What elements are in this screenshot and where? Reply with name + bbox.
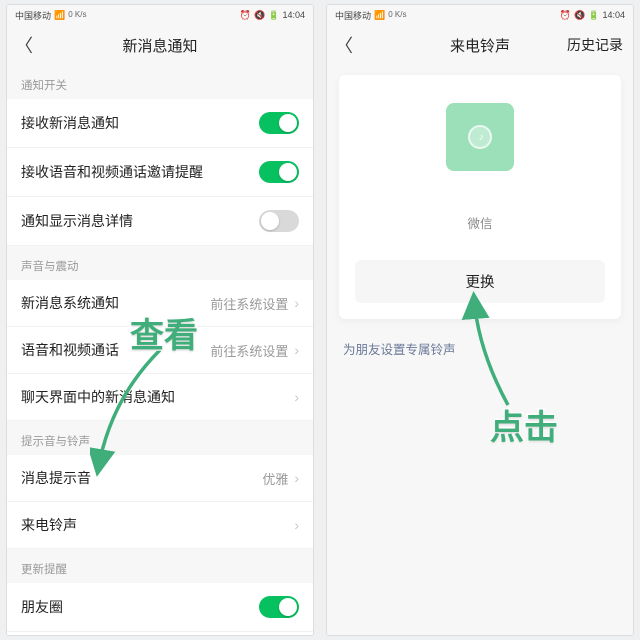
chevron-right-icon: › — [294, 342, 299, 358]
row-chat-new-msg[interactable]: 聊天界面中的新消息通知 › — [7, 374, 313, 421]
carrier-label: 中国移动 — [335, 9, 371, 22]
phone-right: 中国移动 📶 0 K/s ⏰ 🔇 🔋 14:04 〈 来电铃声 历史记录 ♪ — [326, 4, 634, 636]
net-speed: 0 K/s — [68, 11, 86, 19]
row-label: 来电铃声 — [21, 515, 77, 535]
page-title: 新消息通知 — [122, 35, 197, 56]
navbar: 〈 来电铃声 历史记录 — [327, 25, 633, 65]
alarm-icon: ⏰ — [560, 10, 571, 21]
ringtone-name: 微信 — [467, 213, 492, 232]
nav-history[interactable]: 历史记录 — [567, 35, 623, 55]
change-button[interactable]: 更换 — [355, 260, 605, 303]
row-label: 新消息系统通知 — [21, 293, 119, 313]
row-label: 朋友圈 — [21, 597, 63, 617]
alarm-icon: ⏰ — [240, 10, 251, 21]
row-moments[interactable]: 朋友圈 — [7, 583, 313, 632]
time-label: 14:04 — [282, 10, 305, 20]
row-new-msg-sys[interactable]: 新消息系统通知 前往系统设置 › — [7, 280, 313, 327]
row-ringtone[interactable]: 来电铃声 › — [7, 502, 313, 549]
net-speed: 0 K/s — [388, 11, 406, 19]
back-icon[interactable]: 〈 — [15, 32, 33, 58]
time-label: 14:04 — [602, 10, 625, 20]
chevron-right-icon: › — [294, 470, 299, 486]
row-receive-new-msg[interactable]: 接收新消息通知 — [7, 99, 313, 148]
ringtone-body: ♪ 微信 更换 为朋友设置专属铃声 — [327, 65, 633, 635]
row-value: 前往系统设置 — [210, 294, 288, 313]
row-channels[interactable]: 视频号 — [7, 632, 313, 635]
toggle-on[interactable] — [259, 596, 299, 618]
row-label: 消息提示音 — [21, 468, 91, 488]
row-value: 优雅 — [262, 469, 288, 488]
section-header: 声音与震动 — [7, 246, 313, 280]
row-label: 聊天界面中的新消息通知 — [21, 387, 175, 407]
row-msg-tone[interactable]: 消息提示音 优雅 › — [7, 455, 313, 502]
ringtone-art[interactable]: ♪ — [446, 103, 514, 171]
ringtone-card: ♪ 微信 更换 — [339, 75, 621, 319]
row-label: 语音和视频通话 — [21, 340, 119, 360]
toggle-off[interactable] — [259, 210, 299, 232]
back-icon[interactable]: 〈 — [335, 32, 353, 58]
phone-left: 中国移动 📶 0 K/s ⏰ 🔇 🔋 14:04 〈 新消息通知 通知开关 接收… — [6, 4, 314, 636]
chevron-right-icon: › — [294, 295, 299, 311]
chevron-right-icon: › — [294, 389, 299, 405]
battery-icon: 🔋 — [268, 10, 279, 21]
status-bar: 中国移动 📶 0 K/s ⏰ 🔇 🔋 14:04 — [7, 5, 313, 25]
signal-icon: 📶 — [54, 10, 65, 21]
row-label: 接收新消息通知 — [21, 113, 119, 133]
chevron-right-icon: › — [294, 517, 299, 533]
set-friend-ringtone-link[interactable]: 为朋友设置专属铃声 — [327, 333, 633, 364]
row-voice-video-sys[interactable]: 语音和视频通话 前往系统设置 › — [7, 327, 313, 374]
row-value: 前往系统设置 — [210, 341, 288, 360]
carrier-label: 中国移动 — [15, 9, 51, 22]
toggle-on[interactable] — [259, 112, 299, 134]
section-header: 通知开关 — [7, 65, 313, 99]
section-header: 提示音与铃声 — [7, 421, 313, 455]
row-label: 通知显示消息详情 — [21, 211, 133, 231]
mute-icon: 🔇 — [574, 10, 585, 21]
play-badge: ♪ — [468, 125, 492, 149]
row-label: 接收语音和视频通话邀请提醒 — [21, 162, 203, 182]
mute-icon: 🔇 — [254, 10, 265, 21]
page-title: 来电铃声 — [450, 35, 510, 56]
navbar: 〈 新消息通知 — [7, 25, 313, 65]
battery-icon: 🔋 — [588, 10, 599, 21]
music-note-icon: ♪ — [479, 132, 484, 143]
toggle-on[interactable] — [259, 161, 299, 183]
row-show-detail[interactable]: 通知显示消息详情 — [7, 197, 313, 246]
signal-icon: 📶 — [374, 10, 385, 21]
status-bar: 中国移动 📶 0 K/s ⏰ 🔇 🔋 14:04 — [327, 5, 633, 25]
settings-body: 通知开关 接收新消息通知 接收语音和视频通话邀请提醒 通知显示消息详情 声音与震… — [7, 65, 313, 635]
section-header: 更新提醒 — [7, 549, 313, 583]
row-voice-video-invite[interactable]: 接收语音和视频通话邀请提醒 — [7, 148, 313, 197]
